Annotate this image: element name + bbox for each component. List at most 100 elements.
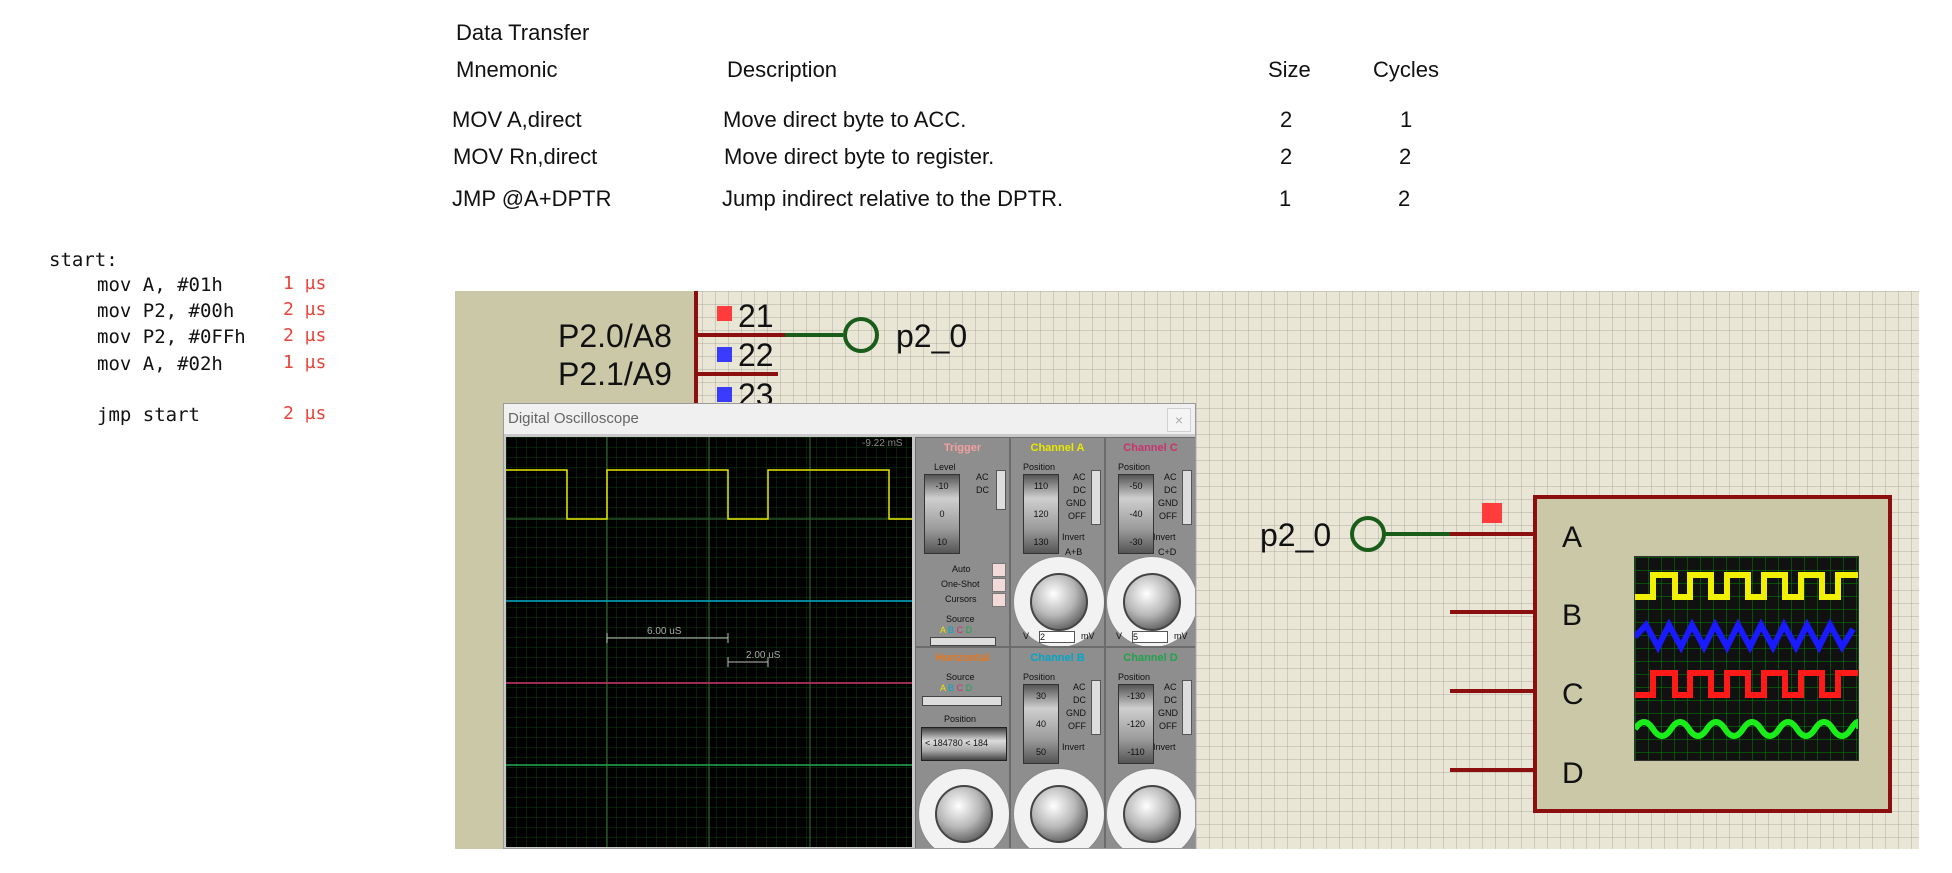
code-timing-5: 2 µs [283,403,327,424]
row-1-mnemonic: MOV A,direct [452,107,582,132]
channel-b-dc[interactable]: DC [1073,695,1086,705]
horizontal-head: Horizontal [935,652,990,664]
channel-a-value[interactable]: 2 [1039,631,1075,643]
channel-a-gnd[interactable]: GND [1066,498,1086,508]
trigger-cursors-label: Cursors [945,594,977,604]
trigger-oneshot-label: One-Shot [941,579,980,589]
measure-label-2: 2.00 uS [746,650,781,661]
trigger-auto-button[interactable] [992,563,1006,577]
channel-d-gnd[interactable]: GND [1158,708,1178,718]
measure-label-1: 6.00 uS [647,626,682,637]
channel-d-dc[interactable]: DC [1164,695,1177,705]
channel-b-off[interactable]: OFF [1068,721,1086,731]
channel-a-v: V [1023,631,1030,641]
code-timing-3: 2 µs [283,325,327,346]
channel-a-tick-1: 110 [1033,481,1049,491]
channel-d-position-slider[interactable]: -130 -120 -110 [1118,684,1154,764]
channel-c-cplusd[interactable]: C+D [1158,547,1176,557]
channel-d-coupling-switch[interactable] [1182,680,1192,735]
code-timing-2: 2 µs [283,299,327,320]
channel-b-position-slider[interactable]: 30 40 50 [1023,684,1059,764]
channel-a-dc[interactable]: DC [1073,485,1086,495]
horizontal-source-letters: A B C D [940,683,972,693]
channel-d-panel: Channel D Position -130 -120 -110 AC DC … [1105,647,1195,848]
code-line-4: mov A, #02h [97,353,223,375]
trigger-coupling-switch[interactable] [996,470,1006,510]
channel-c-off[interactable]: OFF [1159,511,1177,521]
horizontal-source-slider[interactable] [922,696,1002,706]
row-3-description: Jump indirect relative to the DPTR. [722,186,1064,211]
horizontal-time-knob[interactable] [935,785,993,843]
channel-a-coupling-switch[interactable] [1091,470,1101,525]
trigger-ac-label[interactable]: AC [976,472,989,482]
trigger-panel: Trigger Level -10 0 10 AC DC Auto One-Sh… [915,437,1010,647]
channel-b-invert[interactable]: Invert [1062,742,1085,752]
pin-number-22: 22 [738,337,774,373]
trigger-level-label: Level [934,462,956,472]
channel-a-invert[interactable]: Invert [1062,532,1085,542]
horizontal-position-slider[interactable]: < 184780 < 184 [921,727,1007,761]
window-title: Digital Oscilloscope [508,410,639,427]
trigger-level-slider[interactable]: -10 0 10 [924,474,960,554]
channel-c-ac[interactable]: AC [1164,472,1177,482]
channel-c-tick-2: -40 [1129,509,1143,519]
channel-c-position-slider[interactable]: -50 -40 -30 [1118,474,1154,554]
trigger-source-letters: A B C D [940,625,972,635]
pin-number-21: 21 [738,298,774,334]
scope-input-b: B [1562,599,1583,632]
channel-a-volts-knob[interactable] [1030,573,1088,631]
trigger-source-a: A [940,625,946,635]
trigger-auto-label: Auto [952,564,971,574]
pin-name-p2-1: P2.1/A9 [558,356,672,392]
code-line-3: mov P2, #0FFh [97,326,246,348]
oscilloscope-component[interactable]: A B C D [1533,495,1892,813]
channel-c-position-label: Position [1118,462,1151,472]
horizontal-position-label: Position [944,714,977,724]
row-2-size: 2 [1280,144,1293,169]
oscilloscope-display[interactable]: -9.22 mS 6.00 uS 2.00 uS [506,437,912,847]
digital-oscilloscope-window[interactable]: Digital Oscilloscope × -9.22 mS 6.00 uS … [503,403,1196,849]
channel-d-invert[interactable]: Invert [1153,742,1176,752]
channel-d-volts-knob[interactable] [1123,785,1181,843]
channel-d-tick-1: -130 [1126,691,1145,701]
channel-d-tick-2: -120 [1126,719,1145,729]
channel-b-gnd[interactable]: GND [1066,708,1086,718]
channel-a-ac[interactable]: AC [1073,472,1086,482]
trigger-dc-label[interactable]: DC [976,485,989,495]
channel-b-volts-knob[interactable] [1030,785,1088,843]
channel-d-head: Channel D [1123,652,1178,664]
channel-c-value[interactable]: 5 [1132,631,1168,643]
close-button[interactable]: × [1167,408,1191,432]
channel-a-off[interactable]: OFF [1068,511,1086,521]
channel-d-off[interactable]: OFF [1159,721,1177,731]
channel-a-aplusb[interactable]: A+B [1065,547,1082,557]
trigger-oneshot-button[interactable] [992,578,1006,592]
channel-b-coupling-switch[interactable] [1091,680,1101,735]
channel-c-volts-knob[interactable] [1123,573,1181,631]
scope-input-a: A [1562,521,1583,554]
channel-d-tick-3: -110 [1127,747,1145,757]
code-timing-4: 1 µs [283,352,327,373]
trigger-source-d: D [965,625,973,635]
channel-c-dc[interactable]: DC [1164,485,1177,495]
horizontal-source-a: A [940,683,946,693]
window-titlebar[interactable]: Digital Oscilloscope × [504,404,1195,435]
header-cycles: Cycles [1373,57,1440,82]
channel-c-invert[interactable]: Invert [1153,532,1176,542]
channel-c-tick-3: -30 [1129,537,1143,547]
channel-a-tick-3: 130 [1033,537,1049,547]
channel-c-coupling-switch[interactable] [1182,470,1192,525]
channel-a-position-slider[interactable]: 110 120 130 [1023,474,1059,554]
horizontal-panel: Horizontal Source A B C D Position < 184… [915,647,1010,848]
channel-a-unit: mV [1081,631,1095,641]
channel-c-gnd[interactable]: GND [1158,498,1178,508]
trigger-cursors-button[interactable] [992,593,1006,607]
code-line-1: mov A, #01h [97,274,223,296]
channel-d-ac[interactable]: AC [1164,682,1177,692]
channel-b-ac[interactable]: AC [1073,682,1086,692]
pin-name-p2-0: P2.0/A8 [558,318,672,354]
trigger-source-slider[interactable] [930,637,996,646]
code-timing-1: 1 µs [283,273,327,294]
oscilloscope-traces [506,437,912,847]
row-2-cycles: 2 [1399,144,1412,169]
